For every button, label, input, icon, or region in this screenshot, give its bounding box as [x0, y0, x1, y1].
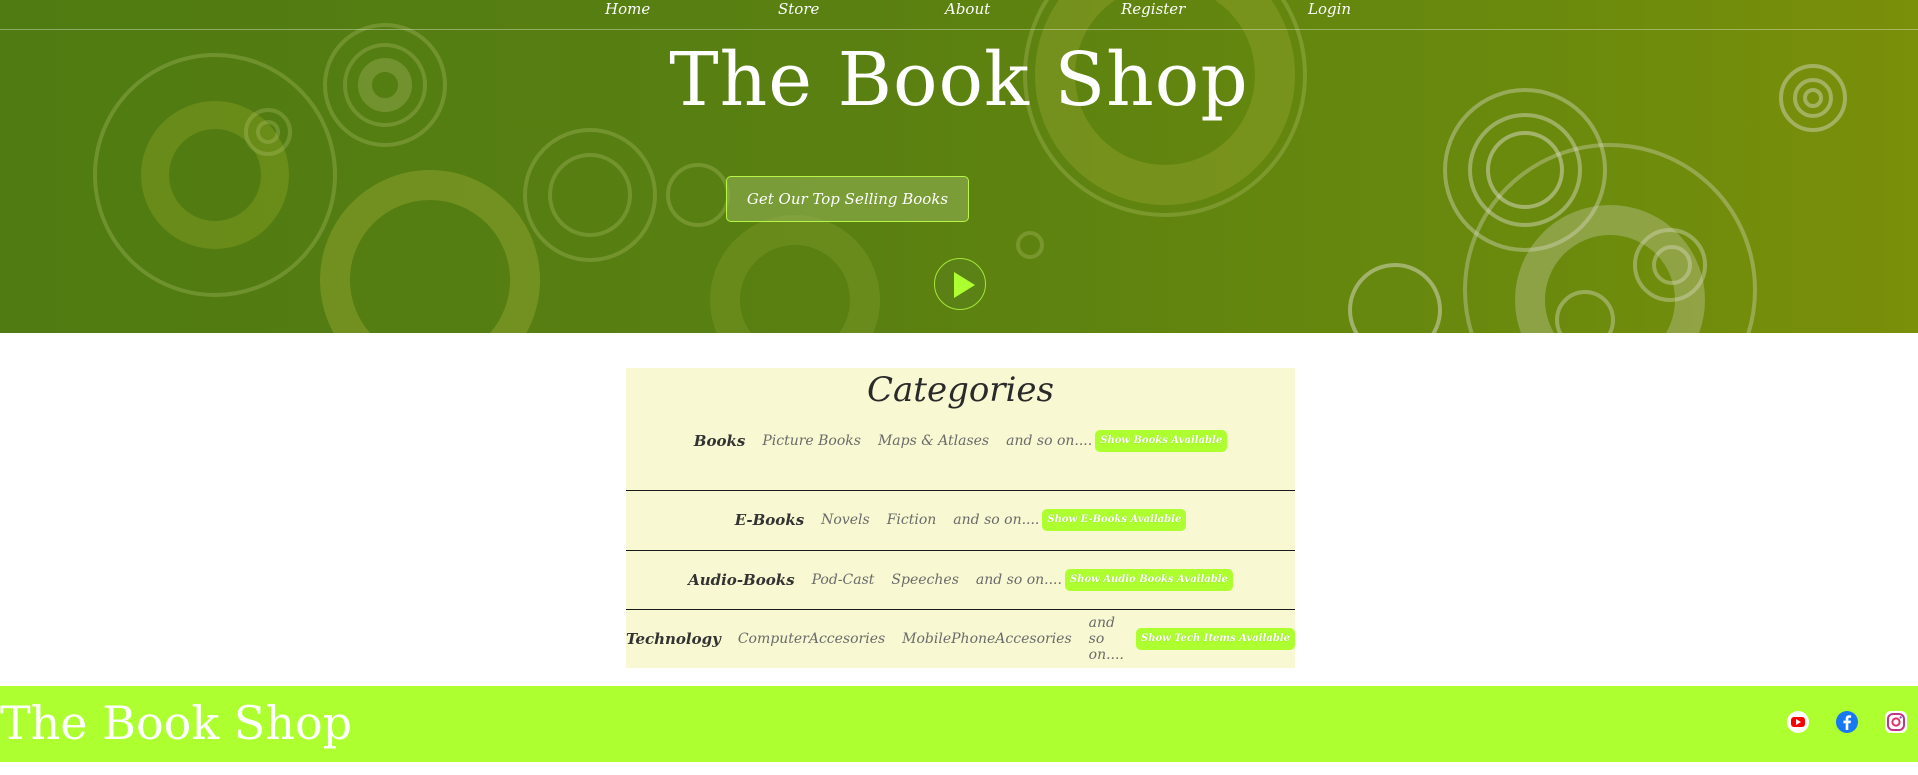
nav-about[interactable]: About: [945, 0, 990, 18]
category-name: Technology: [626, 630, 721, 648]
show-books-button[interactable]: Show Books Available: [1095, 430, 1228, 452]
category-sub-item: and so on....: [953, 512, 1040, 528]
category-name: E-Books: [734, 511, 805, 529]
category-sub-item[interactable]: Maps & Atlases: [878, 433, 989, 449]
youtube-icon[interactable]: [1787, 711, 1809, 733]
top-nav: Home Store About Register Login: [0, 0, 1918, 30]
footer: The Book Shop: [0, 686, 1918, 762]
category-sub-item[interactable]: Speeches: [891, 572, 958, 588]
nav-register[interactable]: Register: [1121, 0, 1185, 18]
nav-home[interactable]: Home: [605, 0, 650, 18]
category-name: Books: [693, 432, 746, 450]
hero-banner: Home Store About Register Login The Book…: [0, 0, 1918, 333]
category-sub-item: and so on....: [1088, 615, 1124, 663]
category-sub-item: and so on....: [975, 572, 1062, 588]
category-sub-item[interactable]: MobilePhoneAccesories: [902, 631, 1071, 647]
category-row-books: Books Picture Books Maps & Atlases and s…: [626, 412, 1295, 470]
instagram-icon[interactable]: [1885, 711, 1907, 733]
category-sub-item: and so on....: [1006, 433, 1093, 449]
hero-title: The Book Shop: [669, 37, 1249, 123]
category-row-technology: Technology ComputerAccesories MobilePhon…: [626, 610, 1295, 668]
categories-heading: Categories: [867, 370, 1054, 410]
show-tech-items-button[interactable]: Show Tech Items Available: [1136, 628, 1295, 650]
category-sub-item[interactable]: Novels: [821, 512, 870, 528]
category-sub-item[interactable]: ComputerAccesories: [738, 631, 885, 647]
category-sub-item[interactable]: Picture Books: [762, 433, 861, 449]
categories-panel: Categories Books Picture Books Maps & At…: [626, 368, 1295, 668]
nav-login[interactable]: Login: [1308, 0, 1351, 18]
top-selling-books-button[interactable]: Get Our Top Selling Books: [726, 176, 969, 222]
footer-logo: The Book Shop: [0, 696, 353, 750]
play-button[interactable]: [934, 258, 986, 310]
show-audiobooks-button[interactable]: Show Audio Books Available: [1064, 569, 1233, 591]
category-sub-item[interactable]: Fiction: [887, 512, 937, 528]
category-name: Audio-Books: [688, 571, 795, 589]
category-row-ebooks: E-Books Novels Fiction and so on.... Sho…: [626, 491, 1295, 549]
show-ebooks-button[interactable]: Show E-Books Available: [1042, 509, 1187, 531]
nav-store[interactable]: Store: [778, 0, 819, 18]
category-row-audiobooks: Audio-Books Pod-Cast Speeches and so on.…: [626, 551, 1295, 609]
facebook-icon[interactable]: [1836, 711, 1858, 733]
category-sub-item[interactable]: Pod-Cast: [812, 572, 875, 588]
play-icon: [954, 272, 975, 298]
